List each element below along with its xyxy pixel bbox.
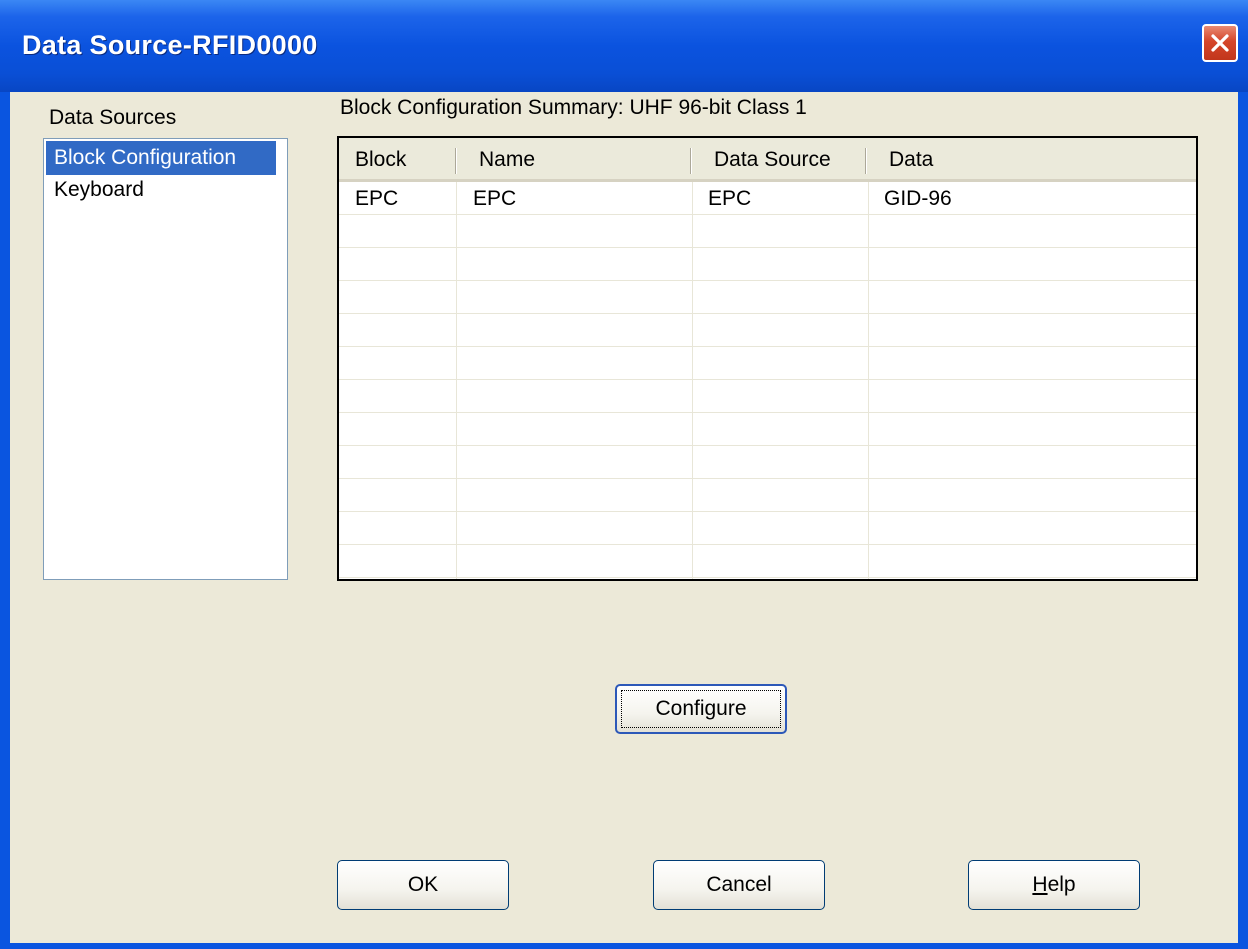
- help-button-label: Help: [1032, 873, 1076, 896]
- cell-data-source: EPC: [708, 187, 752, 210]
- cell-name: EPC: [473, 187, 517, 210]
- list-item-block-configuration[interactable]: Block Configuration: [46, 141, 276, 175]
- ok-button[interactable]: OK: [337, 860, 509, 910]
- column-separator[interactable]: [455, 148, 457, 174]
- column-header-block[interactable]: Block: [355, 138, 406, 182]
- table-row-empty: [339, 314, 1196, 347]
- close-icon: [1211, 34, 1229, 52]
- table-row[interactable]: EPC EPC EPC GID-96: [339, 182, 1196, 215]
- window-title: Data Source-RFID0000: [22, 30, 318, 60]
- table-row-empty: [339, 512, 1196, 545]
- data-sources-list[interactable]: Block Configuration Keyboard: [43, 138, 288, 580]
- data-sources-label: Data Sources: [49, 106, 177, 129]
- table-header: Block Name Data Source Data: [339, 138, 1196, 182]
- list-item-keyboard[interactable]: Keyboard: [46, 173, 144, 207]
- block-summary-table[interactable]: Block Name Data Source Data EPC EPC EPC …: [337, 136, 1198, 581]
- table-row-empty: [339, 248, 1196, 281]
- table-row-empty: [339, 446, 1196, 479]
- ok-button-label: OK: [407, 873, 439, 896]
- close-button[interactable]: [1202, 24, 1238, 62]
- grid-line: [868, 182, 869, 579]
- cancel-button-label: Cancel: [706, 873, 772, 896]
- table-row-empty: [339, 281, 1196, 314]
- dialog-window: Data Source-RFID0000 Data Sources Block …: [0, 0, 1248, 949]
- table-row-empty: [339, 380, 1196, 413]
- title-bar[interactable]: Data Source-RFID0000: [0, 0, 1248, 92]
- summary-title: Block Configuration Summary: UHF 96-bit …: [340, 96, 807, 119]
- configure-button[interactable]: Configure: [615, 684, 787, 734]
- dialog-client-area: Data Sources Block Configuration Keyboar…: [10, 92, 1238, 943]
- focus-indicator: [621, 690, 781, 728]
- column-header-data-source[interactable]: Data Source: [714, 138, 831, 182]
- table-row-empty: [339, 413, 1196, 446]
- table-row-empty: [339, 215, 1196, 248]
- table-row-empty: [339, 479, 1196, 512]
- cancel-button[interactable]: Cancel: [653, 860, 825, 910]
- column-separator[interactable]: [690, 148, 692, 174]
- table-row-empty: [339, 347, 1196, 380]
- table-row-empty: [339, 545, 1196, 578]
- help-button[interactable]: Help: [968, 860, 1140, 910]
- column-separator[interactable]: [865, 148, 867, 174]
- grid-line: [692, 182, 693, 579]
- column-header-name[interactable]: Name: [479, 138, 535, 182]
- column-header-data[interactable]: Data: [889, 138, 933, 182]
- grid-line: [456, 182, 457, 579]
- cell-block: EPC: [355, 187, 399, 210]
- cell-data: GID-96: [884, 187, 952, 210]
